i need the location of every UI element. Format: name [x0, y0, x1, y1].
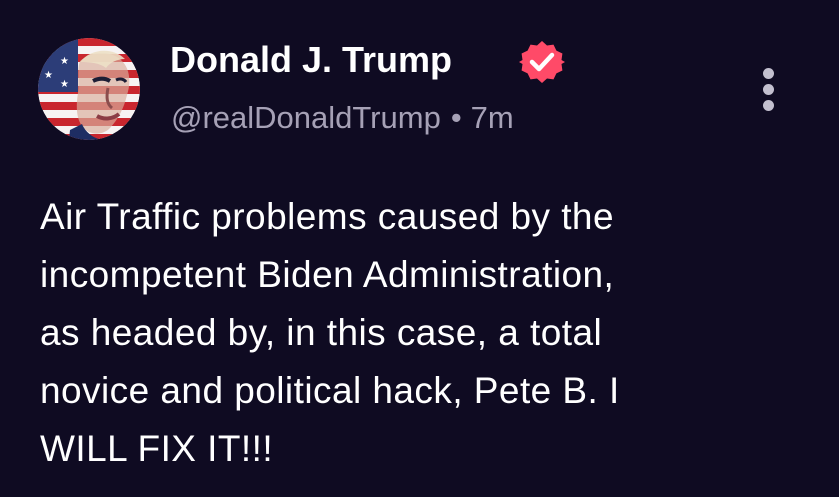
- svg-text:★: ★: [44, 70, 53, 81]
- post-line: WILL FIX IT!!!: [40, 428, 274, 469]
- svg-text:★: ★: [60, 79, 69, 90]
- post-timestamp[interactable]: 7m: [471, 100, 514, 135]
- more-vertical-icon-dot: [763, 84, 774, 95]
- svg-text:★: ★: [60, 56, 69, 67]
- more-vertical-icon: [763, 68, 774, 79]
- verified-badge-icon: [519, 39, 565, 85]
- post-card: ★ ★ ★ ★ Donald J. Trump @realDonaldTrump…: [0, 0, 839, 497]
- more-vertical-icon-dot: [763, 100, 774, 111]
- svg-text:★: ★: [45, 46, 54, 57]
- post-line: incompetent Biden Administration,: [40, 254, 615, 295]
- more-options-button[interactable]: [754, 64, 784, 114]
- post-line: novice and political hack, Pete B. I: [40, 370, 620, 411]
- meta-separator: •: [450, 100, 462, 135]
- author-meta: @realDonaldTrump • 7m: [171, 97, 514, 139]
- author-display-name[interactable]: Donald J. Trump: [170, 36, 452, 84]
- flag-portrait-avatar-image: ★ ★ ★ ★: [38, 38, 140, 140]
- author-handle[interactable]: @realDonaldTrump: [171, 100, 441, 135]
- post-body: Air Traffic problems caused by the incom…: [40, 188, 810, 478]
- post-line: as headed by, in this case, a total: [40, 312, 603, 353]
- author-avatar[interactable]: ★ ★ ★ ★: [38, 38, 140, 140]
- post-line: Air Traffic problems caused by the: [40, 196, 614, 237]
